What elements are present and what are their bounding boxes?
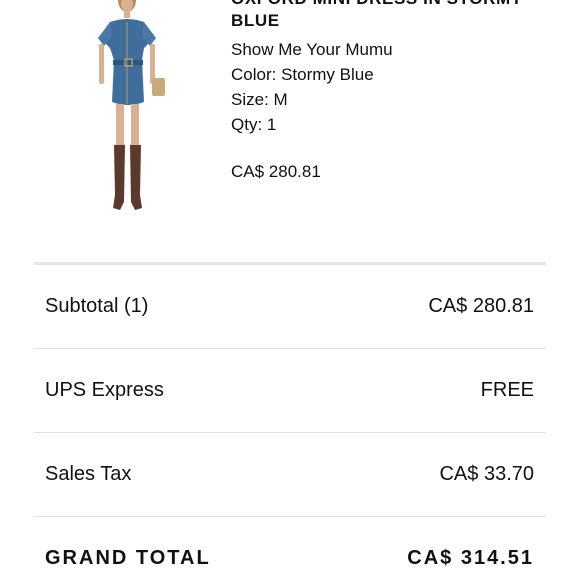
product-color: Color: Stormy Blue (231, 65, 374, 84)
tax-row: Sales Tax CA$ 33.70 (34, 433, 546, 517)
product-qty: Qty: 1 (231, 115, 277, 134)
product-name[interactable]: OXFORD MINI DRESS IN STORMY BLUE (231, 0, 551, 32)
tax-label: Sales Tax (45, 463, 132, 485)
order-totals: Subtotal (1) CA$ 280.81 UPS Express FREE… (34, 262, 546, 580)
shipping-row: UPS Express FREE (34, 349, 546, 433)
grand-total-value: CA$ 314.51 (407, 547, 534, 569)
grand-total-label: GRAND TOTAL (45, 547, 211, 569)
product-brand: Show Me Your Mumu (231, 40, 393, 59)
subtotal-row: Subtotal (1) CA$ 280.81 (34, 265, 546, 349)
subtotal-value: CA$ 280.81 (428, 295, 534, 317)
shipping-value: FREE (480, 379, 534, 401)
product-details: OXFORD MINI DRESS IN STORMY BLUE Show Me… (231, 0, 551, 184)
tax-value: CA$ 33.70 (439, 463, 534, 485)
product-price: CA$ 280.81 (231, 162, 321, 181)
dress-product-image[interactable] (80, 0, 180, 222)
grand-total-row: GRAND TOTAL CA$ 314.51 (34, 517, 546, 580)
product-size: Size: M (231, 90, 288, 109)
subtotal-label: Subtotal (1) (45, 295, 149, 317)
dress-illustration (98, 0, 165, 210)
shipping-label: UPS Express (45, 379, 164, 401)
order-summary-page: OXFORD MINI DRESS IN STORMY BLUE Show Me… (0, 0, 580, 580)
